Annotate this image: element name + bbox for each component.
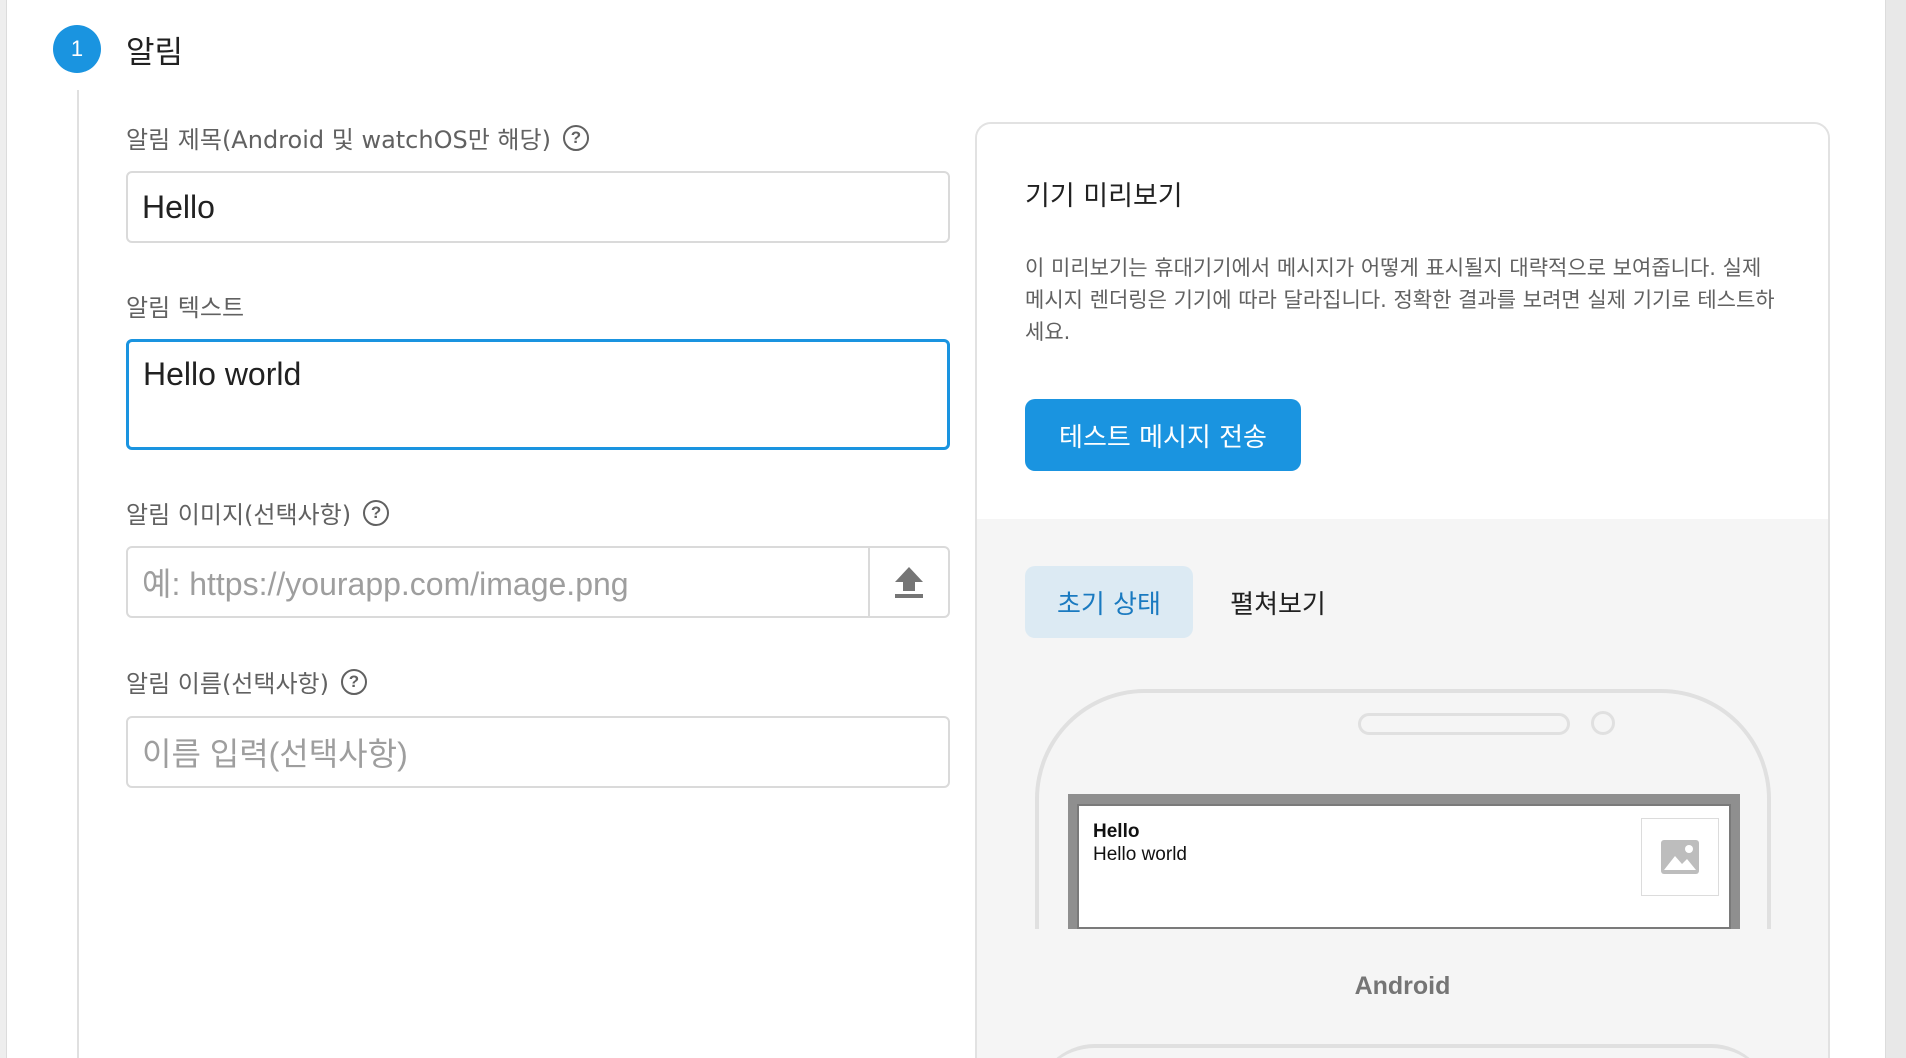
- phone-speaker: [1358, 713, 1570, 735]
- step-connector-line: [77, 90, 79, 1058]
- notification-image-label: 알림 이미지(선택사항) ?: [126, 495, 390, 530]
- tab-expanded[interactable]: 펼쳐보기: [1213, 566, 1343, 638]
- notification-image-input[interactable]: 예: https://yourapp.com/image.png: [126, 546, 950, 618]
- notification-title-label-text: 알림 제목(Android 및 watchOS만 해당): [126, 126, 551, 154]
- notification-text-label-text: 알림 텍스트: [126, 294, 245, 322]
- ios-phone-frame: [1035, 1044, 1771, 1058]
- phone-camera: [1591, 711, 1615, 735]
- notification-preview-title: Hello: [1093, 821, 1140, 842]
- notification-preview-body: Hello world: [1093, 844, 1187, 865]
- preview-header: 기기 미리보기 이 미리보기는 휴대기기에서 메시지가 어떻게 표시될지 대략적…: [977, 124, 1828, 519]
- page: 1 알림 알림 제목(Android 및 watchOS만 해당) ? Hell…: [0, 0, 1906, 1058]
- tab-initial-state[interactable]: 초기 상태: [1025, 566, 1193, 638]
- notification-text-value: Hello world: [143, 356, 302, 392]
- image-placeholder-icon: [1661, 840, 1699, 874]
- help-icon[interactable]: ?: [363, 499, 390, 526]
- notification-title-input[interactable]: Hello: [126, 171, 950, 243]
- notification-image-thumbnail: [1641, 818, 1719, 896]
- step-number-badge: 1: [53, 25, 101, 73]
- notification-title-value: Hello: [142, 188, 215, 225]
- step-title: 알림: [126, 35, 184, 71]
- notification-name-label: 알림 이름(선택사항) ?: [126, 664, 367, 699]
- notification-name-placeholder: 이름 입력(선택사항): [142, 736, 408, 772]
- preview-description: 이 미리보기는 휴대기기에서 메시지가 어떻게 표시될지 대략적으로 보여줍니다…: [1025, 256, 1775, 344]
- notification-name-label-text: 알림 이름(선택사항): [126, 670, 329, 698]
- notification-preview-frame: Hello Hello world: [1068, 794, 1740, 929]
- send-test-message-button[interactable]: 테스트 메시지 전송: [1025, 399, 1301, 471]
- upload-icon: [895, 567, 923, 598]
- device-preview-card: 기기 미리보기 이 미리보기는 휴대기기에서 메시지가 어떻게 표시될지 대략적…: [975, 122, 1830, 1058]
- help-icon[interactable]: ?: [562, 124, 589, 151]
- notification-image-label-text: 알림 이미지(선택사항): [126, 501, 352, 529]
- left-border: [0, 0, 7, 1058]
- preview-title: 기기 미리보기: [1025, 181, 1183, 212]
- notification-text-input[interactable]: Hello world: [126, 339, 950, 450]
- notification-text-label: 알림 텍스트: [126, 288, 244, 323]
- notification-title-label: 알림 제목(Android 및 watchOS만 해당) ?: [126, 120, 589, 155]
- right-scrollbar[interactable]: [1885, 0, 1906, 1058]
- upload-button[interactable]: [868, 548, 948, 616]
- notification-name-input[interactable]: 이름 입력(선택사항): [126, 716, 950, 788]
- platform-label: Android: [1354, 972, 1451, 1000]
- notification-preview: Hello Hello world: [1077, 804, 1731, 929]
- notification-image-placeholder: 예: https://yourapp.com/image.png: [142, 566, 629, 602]
- help-icon[interactable]: ?: [341, 668, 367, 695]
